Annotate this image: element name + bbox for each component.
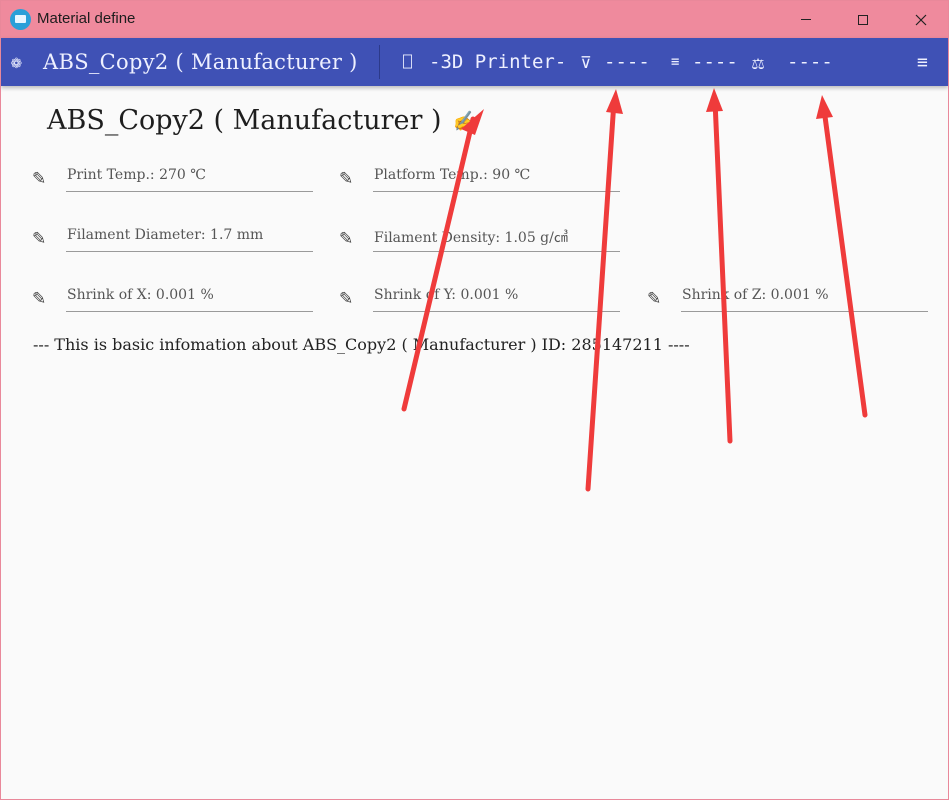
shrink-y-value: Shrink of Y: 0.001 %: [374, 287, 519, 303]
minimize-button[interactable]: [783, 1, 829, 38]
print-temp-input[interactable]: Print Temp.: 270 ℃: [66, 161, 313, 192]
shrink-z-input[interactable]: Shrink of Z: 0.001 %: [681, 281, 928, 312]
printer-selector[interactable]: -3D Printer-: [429, 38, 566, 86]
scale-icon[interactable]: ⚖: [752, 38, 764, 86]
arrow-list: [706, 88, 733, 444]
pencil-icon[interactable]: ✎: [647, 289, 661, 309]
maximize-icon: [858, 14, 868, 25]
menu-icon[interactable]: ≡: [917, 38, 928, 86]
filament-density-input[interactable]: Filament Density: 1.05 g/㎤: [373, 221, 620, 252]
pencil-icon[interactable]: ✎: [32, 289, 46, 309]
minimize-icon: [801, 19, 811, 20]
arrow-edit-title: [401, 109, 484, 412]
filament-density-value: Filament Density: 1.05 g/㎤: [374, 230, 568, 246]
material-define-window: Material define ❁ ABS_Copy2 ( Manufactur…: [0, 0, 949, 800]
close-button[interactable]: [898, 1, 944, 38]
filament-diameter-input[interactable]: Filament Diameter: 1.7 mm: [66, 221, 313, 252]
pencil-icon[interactable]: ✎: [339, 169, 353, 189]
shrink-y-input[interactable]: Shrink of Y: 0.001 %: [373, 281, 620, 312]
close-icon: [915, 14, 927, 25]
list-value[interactable]: ----: [692, 38, 738, 86]
pencil-icon[interactable]: ✎: [32, 229, 46, 249]
edit-title-icon[interactable]: ✍: [453, 109, 478, 133]
maximize-button[interactable]: [840, 1, 886, 38]
filament-diameter-value: Filament Diameter: 1.7 mm: [67, 227, 264, 243]
material-title: ABS_Copy2 ( Manufacturer ): [47, 105, 442, 136]
print-temp-value: Print Temp.: 270 ℃: [67, 167, 206, 183]
printer-icon[interactable]: ⎕: [403, 38, 412, 86]
title-bar[interactable]: Material define: [1, 1, 948, 38]
platform-temp-input[interactable]: Platform Temp.: 90 ℃: [373, 161, 620, 192]
toolbar-title: ABS_Copy2 ( Manufacturer ): [43, 50, 358, 74]
window-title: Material define: [37, 10, 136, 27]
shrink-z-value: Shrink of Z: 0.001 %: [682, 287, 829, 303]
app-icon: [10, 9, 31, 30]
filter-value[interactable]: ----: [604, 38, 650, 86]
pencil-icon[interactable]: ✎: [339, 229, 353, 249]
pencil-icon[interactable]: ✎: [339, 289, 353, 309]
basic-info-text: --- This is basic infomation about ABS_C…: [33, 335, 690, 354]
arrow-scale: [816, 95, 868, 418]
scale-value[interactable]: ----: [787, 38, 833, 86]
logo-icon[interactable]: ❁: [11, 38, 22, 86]
toolbar-divider: [379, 45, 380, 79]
platform-temp-value: Platform Temp.: 90 ℃: [374, 167, 531, 183]
shrink-x-value: Shrink of X: 0.001 %: [67, 287, 214, 303]
shrink-x-input[interactable]: Shrink of X: 0.001 %: [66, 281, 313, 312]
pencil-icon[interactable]: ✎: [32, 169, 46, 189]
toolbar: ❁ ABS_Copy2 ( Manufacturer ) ⎕ -3D Print…: [1, 38, 948, 86]
list-icon[interactable]: ≡: [671, 38, 679, 86]
filter-icon[interactable]: ⊽: [580, 38, 592, 86]
